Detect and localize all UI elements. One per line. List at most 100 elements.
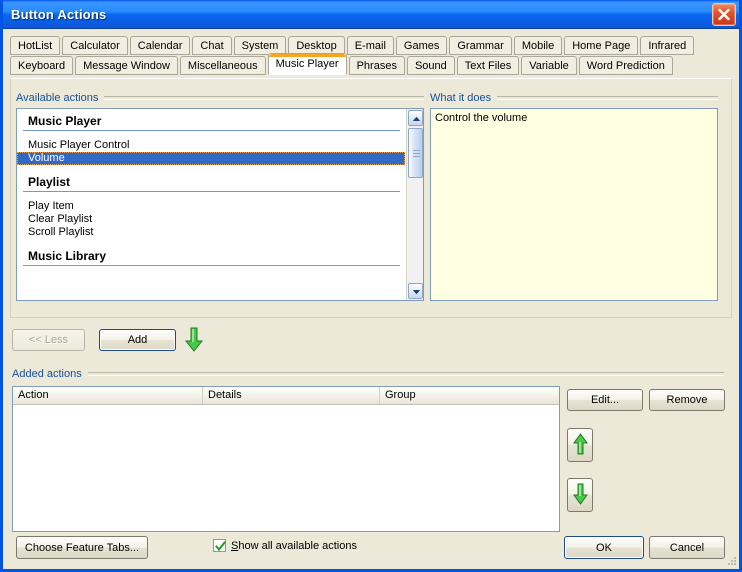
tab-label: Chat [200,40,224,52]
checkbox-label-rest: how all available actions [238,539,357,552]
tab-label: HotList [18,40,53,52]
tab-chat[interactable]: Chat [192,36,232,55]
what-it-does-label-text: What it does [430,92,492,104]
cancel-button[interactable]: Cancel [649,536,725,559]
window-title: Button Actions [11,6,107,22]
available-actions-scrollbar[interactable] [406,109,423,300]
button-actions-dialog: Button Actions HotList Calculator Calend… [0,0,742,572]
tab-label: Home Page [572,40,631,52]
what-it-does-label: What it does [430,92,718,104]
group-header-music-player: Music Player [28,114,102,128]
etched-rule [87,372,724,376]
tab-keyboard[interactable]: Keyboard [10,56,74,75]
tab-row-2: Keyboard Message Window Miscellaneous Mu… [10,53,732,75]
scrollbar-grip-icon [413,150,420,157]
list-item[interactable]: Volume [17,152,405,165]
move-down-button[interactable] [567,478,593,512]
checkbox-box[interactable] [213,539,226,552]
what-it-does-description: Control the volume [430,108,718,301]
tab-label: Sound [414,60,447,72]
list-item[interactable]: Play Item [17,200,406,213]
tab-label: Phrases [356,60,397,72]
list-item[interactable]: Scroll Playlist [17,226,406,239]
ok-button[interactable]: OK [564,536,644,559]
added-actions-label-text: Added actions [12,368,82,380]
choose-feature-tabs-label: Choose Feature Tabs... [24,541,140,554]
tab-label: System [241,40,279,52]
table-header-row: Action Details Group [13,387,559,405]
move-up-button[interactable] [567,428,593,462]
scroll-up-button[interactable] [408,110,423,126]
edit-button[interactable]: Edit... [567,389,643,411]
tab-label: Word Prediction [586,60,665,72]
tab-label: Calculator [70,40,120,52]
green-down-arrow-icon [184,327,204,353]
tab-calculator[interactable]: Calculator [62,36,128,55]
ok-button-label: OK [596,541,612,554]
column-header-group[interactable]: Group [380,387,559,404]
tab-label: Games [403,40,440,52]
tab-calendar[interactable]: Calendar [129,36,191,55]
add-button-label: Add [127,334,148,346]
tab-label: Music Player [275,58,339,70]
column-header-details[interactable]: Details [203,387,380,404]
available-actions-label: Available actions [16,92,424,104]
etched-rule [497,96,718,100]
remove-button-label: Remove [666,394,708,406]
etched-rule [104,96,424,100]
list-item[interactable]: Music Player Control [17,139,406,152]
green-up-arrow-icon [572,432,588,458]
tab-sound[interactable]: Sound [406,56,455,75]
scroll-down-button[interactable] [408,283,423,299]
checkbox-label: Show all available actions [231,540,357,552]
choose-feature-tabs-button[interactable]: Choose Feature Tabs... [16,536,148,559]
tab-music-player[interactable]: Music Player [267,53,347,75]
remove-button[interactable]: Remove [649,389,725,411]
list-item[interactable]: Clear Playlist [17,213,406,226]
tab-label: Keyboard [18,60,66,72]
close-icon[interactable] [712,3,736,26]
tab-grammar[interactable]: Grammar [449,36,512,55]
group-rule [23,265,400,266]
tab-label: Calendar [137,40,183,52]
added-actions-table[interactable]: Action Details Group [12,386,560,532]
column-header-action[interactable]: Action [13,387,203,404]
tab-word-prediction[interactable]: Word Prediction [578,56,673,75]
tab-infrared[interactable]: Infrared [640,36,695,55]
green-down-arrow-icon [572,483,588,508]
tab-miscellaneous[interactable]: Miscellaneous [179,56,266,75]
scrollbar-thumb[interactable] [408,128,423,178]
add-button[interactable]: Add [99,329,176,351]
less-button[interactable]: << Less [12,329,85,351]
group-header-music-library: Music Library [28,249,107,263]
available-actions-label-text: Available actions [16,92,99,104]
tab-row-1: HotList Calculator Calendar Chat System … [10,36,732,55]
group-header-playlist: Playlist [28,175,71,189]
tab-phrases[interactable]: Phrases [348,56,405,75]
tab-label: Text Files [464,60,512,72]
available-actions-listbox[interactable]: Music Player Music Player Control Volume… [16,108,424,301]
tab-message-window[interactable]: Message Window [75,56,178,75]
tab-label: Miscellaneous [187,60,258,72]
added-actions-label: Added actions [12,368,724,380]
available-actions-list[interactable]: Music Player Music Player Control Volume… [17,109,406,300]
tab-hotlist[interactable]: HotList [10,36,61,55]
tab-home-page[interactable]: Home Page [564,36,639,55]
tab-games[interactable]: Games [395,36,448,55]
tab-label: Variable [529,60,569,72]
tab-email[interactable]: E-mail [346,36,394,55]
tab-variable[interactable]: Variable [521,56,577,75]
tab-label: Desktop [296,40,337,52]
tab-label: Grammar [457,40,504,52]
tab-label: Message Window [83,60,170,72]
edit-button-label: Edit... [590,394,620,406]
show-all-available-actions-checkbox[interactable]: Show all available actions [213,539,357,552]
tab-mobile[interactable]: Mobile [513,36,563,55]
resize-grip-icon[interactable] [725,555,737,567]
tab-label: Mobile [521,40,555,52]
tab-text-files[interactable]: Text Files [456,56,520,75]
